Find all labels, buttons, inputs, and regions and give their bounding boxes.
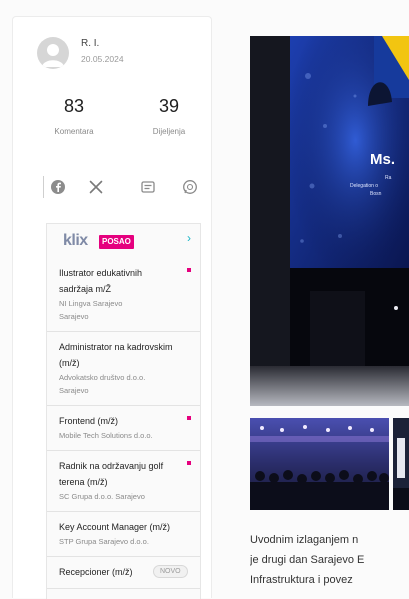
job-listing[interactable]: Radnik na održavanju golf terena (m/ž) S…	[47, 451, 200, 512]
x-icon[interactable]	[88, 179, 104, 195]
lead-text-line: Uvodnim izlaganjem n	[250, 534, 359, 546]
author-name[interactable]: R. I.	[81, 38, 99, 49]
shares-count: 39	[158, 96, 180, 116]
job-title[interactable]: Radnik na održavanju golf terena (m/ž)	[59, 458, 178, 490]
lead-text-line: Infrastruktura i povez	[250, 574, 353, 586]
comments-count: 83	[63, 96, 85, 116]
chevron-right-icon[interactable]: ›	[187, 232, 191, 244]
share-divider	[43, 176, 44, 198]
screen-line: Bosn	[370, 191, 382, 197]
jobs-brand-badge: POSAO	[99, 235, 134, 249]
job-title[interactable]: Administrator na kadrovskim (m/ž)	[59, 339, 178, 371]
gallery-thumbnail[interactable]	[250, 418, 389, 510]
highlight-marker	[187, 268, 191, 272]
jobs-brand-logo: klix	[63, 232, 88, 249]
user-icon	[42, 44, 64, 67]
job-listing[interactable]: Key Account Manager (m/ž) STP Grupa Sara…	[47, 512, 200, 557]
whatsapp-icon[interactable]	[182, 179, 198, 195]
comments-label: Komentara	[54, 127, 94, 136]
highlight-marker	[187, 416, 191, 420]
job-title[interactable]: Ilustrator edukativnih sadržaja m/Ž	[59, 265, 178, 297]
lead-text-line: je drugi dan Sarajevo E	[250, 554, 365, 566]
job-listing[interactable]: Administrator na kadrovskim (m/ž) Advoka…	[47, 332, 200, 406]
new-badge: NOVO	[153, 565, 188, 578]
job-location: Sarajevo	[59, 386, 89, 395]
article-main-image[interactable]: Ms. Ra Delegation o Bosn	[250, 36, 409, 406]
jobs-widget-header[interactable]: klix POSAO ›	[47, 224, 200, 258]
shares-label: Dijeljenja	[152, 127, 186, 136]
job-title[interactable]: Key Account Manager (m/ž)	[59, 519, 178, 535]
article-sidebar: R. I. 20.05.2024 83 Komentara 39 Dijelje…	[12, 16, 212, 599]
job-location: Sarajevo	[59, 312, 89, 321]
job-company: STP Grupa Sarajevo d.o.o.	[59, 537, 149, 546]
job-company: Advokatsko društvo d.o.o.	[59, 373, 146, 382]
message-icon[interactable]	[140, 179, 156, 195]
job-company: NI Lingva Sarajevo	[59, 299, 123, 308]
shares-stat: 39 Dijeljenja	[129, 95, 209, 136]
jobs-widget: klix POSAO › Ilustrator edukativnih sadr…	[46, 223, 201, 599]
job-title[interactable]: Frontend (m/ž)	[59, 413, 178, 429]
publish-date: 20.05.2024	[81, 54, 124, 64]
facebook-icon[interactable]	[50, 179, 66, 195]
job-listing[interactable]: Ilustrator edukativnih sadržaja m/Ž NI L…	[47, 258, 200, 332]
job-listing[interactable]: Recepcioner (m/ž) NOVO	[47, 557, 200, 589]
comments-stat[interactable]: 83 Komentara	[34, 95, 114, 136]
job-company: SC Grupa d.o.o. Sarajevo	[59, 492, 145, 501]
author-avatar[interactable]	[37, 37, 69, 69]
article-lead-text: Uvodnim izlaganjem n je drugi dan Saraje…	[250, 530, 409, 590]
job-listing[interactable]: Frontend (m/ž) Mobile Tech Solutions d.o…	[47, 406, 200, 451]
screen-line: Delegation o	[350, 183, 378, 189]
screen-title: Ms.	[370, 151, 395, 168]
gallery-thumbnail[interactable]	[393, 418, 409, 510]
job-company: Mobile Tech Solutions d.o.o.	[59, 431, 153, 440]
highlight-marker	[187, 461, 191, 465]
screen-line: Ra	[385, 175, 392, 181]
